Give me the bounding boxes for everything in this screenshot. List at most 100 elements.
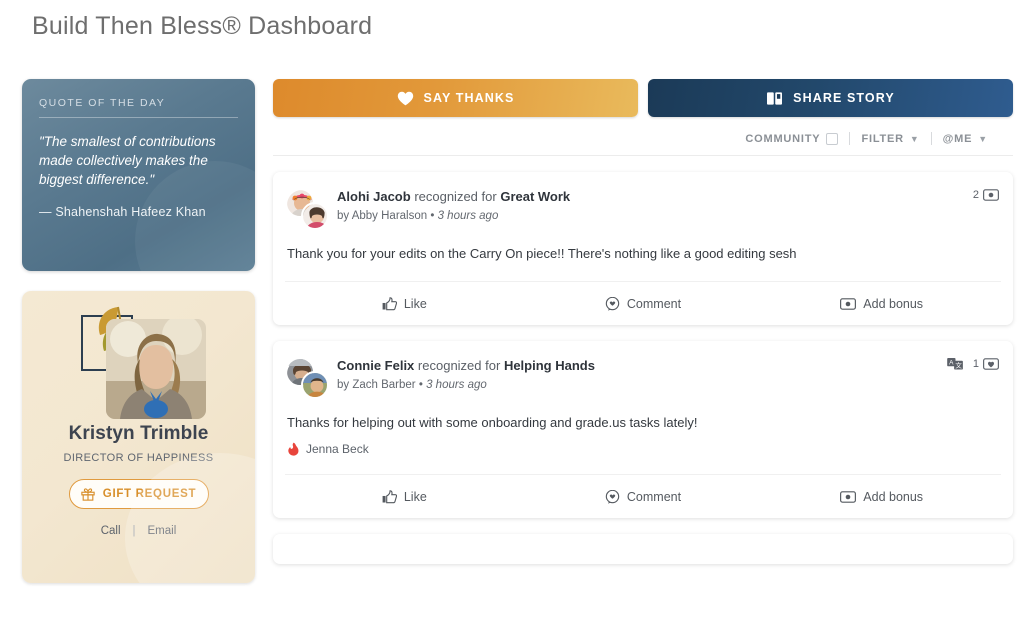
comment-button[interactable]: Comment bbox=[524, 489, 763, 504]
left-sidebar: QUOTE OF THE DAY "The smallest of contri… bbox=[22, 79, 255, 583]
post-byline: by Zach Barber • 3 hours ago bbox=[337, 379, 1001, 391]
post-recognition-line: Alohi Jacob recognized for Great Work bbox=[337, 189, 1001, 204]
page-title: Build Then Bless® Dashboard bbox=[32, 12, 373, 40]
links-separator: | bbox=[132, 525, 136, 537]
post-recognition-line: Connie Felix recognized for Helping Hand… bbox=[337, 358, 1001, 373]
flame-icon bbox=[287, 442, 300, 456]
profile-name: Kristyn Trimble bbox=[68, 423, 209, 444]
post-body: Thanks for helping out with some onboard… bbox=[287, 415, 698, 430]
post-badges: 2 bbox=[973, 189, 999, 201]
post-value: Great Work bbox=[500, 189, 571, 204]
post-sender[interactable]: Abby Haralson bbox=[352, 210, 427, 222]
say-thanks-button[interactable]: SAY THANKS bbox=[273, 79, 638, 117]
quote-author: — Shahenshah Hafeez Khan bbox=[39, 205, 206, 219]
post-badges: A 文 1 bbox=[947, 358, 999, 370]
main-feed-column: SAY THANKS SHARE STORY COMMUNITY FILTER … bbox=[273, 79, 1013, 564]
chevron-down-icon: ▼ bbox=[909, 133, 920, 144]
post-header: Connie Felix recognized for Helping Hand… bbox=[285, 357, 1001, 401]
bonus-count-badge[interactable]: 2 bbox=[973, 189, 999, 201]
add-bonus-label: Add bonus bbox=[863, 489, 924, 504]
post-timestamp: 3 hours ago bbox=[426, 379, 487, 391]
share-story-button[interactable]: SHARE STORY bbox=[648, 79, 1013, 117]
post-body: Thank you for your edits on the Carry On… bbox=[287, 246, 797, 261]
call-link[interactable]: Call bbox=[101, 525, 121, 537]
like-label: Like bbox=[403, 296, 427, 311]
me-label: @ME bbox=[942, 132, 973, 145]
quote-card-label: QUOTE OF THE DAY bbox=[39, 97, 166, 109]
quote-of-the-day-card: QUOTE OF THE DAY "The smallest of contri… bbox=[22, 79, 255, 271]
thumbs-up-icon bbox=[382, 296, 397, 311]
add-bonus-button[interactable]: Add bonus bbox=[762, 297, 1001, 311]
community-filter[interactable]: COMMUNITY bbox=[734, 132, 849, 145]
email-link[interactable]: Email bbox=[148, 525, 177, 537]
community-label: COMMUNITY bbox=[745, 132, 821, 145]
bonus-count-badge[interactable]: 1 bbox=[973, 358, 999, 370]
profile-contact-links: Call | Email bbox=[22, 525, 255, 537]
comment-label: Comment bbox=[626, 489, 682, 504]
heart-icon bbox=[397, 91, 414, 106]
comment-icon bbox=[605, 489, 620, 504]
share-story-label: SHARE STORY bbox=[793, 91, 895, 105]
avatar[interactable] bbox=[301, 371, 329, 399]
gift-icon bbox=[81, 487, 95, 501]
post-header: Alohi Jacob recognized for Great Work by… bbox=[285, 188, 1001, 232]
chevron-down-icon: ▼ bbox=[978, 133, 988, 144]
like-label: Like bbox=[403, 489, 427, 504]
byline-prefix: by bbox=[337, 379, 350, 391]
post-value: Helping Hands bbox=[503, 358, 595, 373]
filter-dropdown[interactable]: FILTER ▼ bbox=[850, 133, 930, 145]
like-button[interactable]: Like bbox=[285, 490, 524, 504]
profile-card: Kristyn Trimble DIRECTOR OF HAPPINESS GI… bbox=[22, 291, 255, 583]
filter-label: FILTER bbox=[861, 132, 904, 145]
translate-icon[interactable]: A 文 bbox=[947, 358, 964, 370]
post-recipient[interactable]: Connie Felix bbox=[337, 358, 414, 373]
byline-dot: • bbox=[430, 210, 435, 222]
comment-label: Comment bbox=[626, 296, 682, 311]
post-action-bar: Like Comment Add bonus bbox=[285, 474, 1001, 518]
dashboard-page: Build Then Bless® Dashboard QUOTE OF THE… bbox=[0, 0, 1024, 636]
post-connector: recognized for bbox=[414, 189, 497, 204]
say-thanks-label: SAY THANKS bbox=[423, 91, 515, 105]
profile-avatar-area bbox=[22, 291, 255, 421]
byline-prefix: by bbox=[337, 210, 350, 222]
gift-request-label: GIFT REQUEST bbox=[102, 488, 197, 500]
profile-role: DIRECTOR OF HAPPINESS bbox=[63, 452, 214, 464]
bonus-count: 1 bbox=[972, 358, 979, 370]
post-connector: recognized for bbox=[417, 358, 501, 373]
post-sender[interactable]: Zach Barber bbox=[352, 379, 415, 391]
money-bill-heart-icon bbox=[983, 358, 999, 370]
avatar[interactable] bbox=[301, 202, 329, 230]
community-checkbox[interactable] bbox=[826, 132, 839, 145]
comment-icon bbox=[605, 296, 620, 311]
gift-request-button[interactable]: GIFT REQUEST bbox=[68, 479, 209, 509]
money-bill-icon bbox=[840, 297, 857, 310]
thumbs-up-icon bbox=[382, 489, 397, 504]
svg-text:A: A bbox=[949, 359, 954, 366]
reaction-name: Jenna Beck bbox=[306, 442, 369, 456]
add-bonus-button[interactable]: Add bonus bbox=[762, 490, 1001, 504]
post-reaction[interactable]: Jenna Beck bbox=[285, 432, 1001, 456]
svg-text:文: 文 bbox=[955, 361, 962, 370]
byline-dot: • bbox=[418, 379, 423, 391]
feed-post: 2 Alohi Jacob recognized for Great Work … bbox=[273, 172, 1013, 325]
feed-filter-bar: COMMUNITY FILTER ▼ @ME ▼ bbox=[273, 122, 1013, 156]
post-byline: by Abby Haralson • 3 hours ago bbox=[337, 210, 1001, 222]
primary-actions: SAY THANKS SHARE STORY bbox=[273, 79, 1013, 117]
post-meta: Connie Felix recognized for Helping Hand… bbox=[337, 357, 1001, 391]
post-meta: Alohi Jacob recognized for Great Work by… bbox=[337, 188, 1001, 222]
post-action-bar: Like Comment Add bonus bbox=[285, 281, 1001, 325]
me-dropdown[interactable]: @ME ▼ bbox=[932, 133, 999, 145]
add-bonus-label: Add bonus bbox=[863, 296, 924, 311]
money-bill-icon bbox=[983, 189, 999, 201]
bonus-count: 2 bbox=[972, 189, 979, 201]
feed-post: A 文 1 Connie Felix recognized for Helpin… bbox=[273, 341, 1013, 518]
like-button[interactable]: Like bbox=[285, 297, 524, 311]
quote-card-divider bbox=[39, 117, 238, 118]
feed-post-partial bbox=[273, 534, 1013, 564]
post-avatars bbox=[285, 357, 337, 401]
comment-button[interactable]: Comment bbox=[524, 296, 763, 311]
post-avatars bbox=[285, 188, 337, 232]
book-icon bbox=[766, 91, 783, 106]
post-recipient[interactable]: Alohi Jacob bbox=[337, 189, 411, 204]
post-timestamp: 3 hours ago bbox=[437, 210, 499, 222]
